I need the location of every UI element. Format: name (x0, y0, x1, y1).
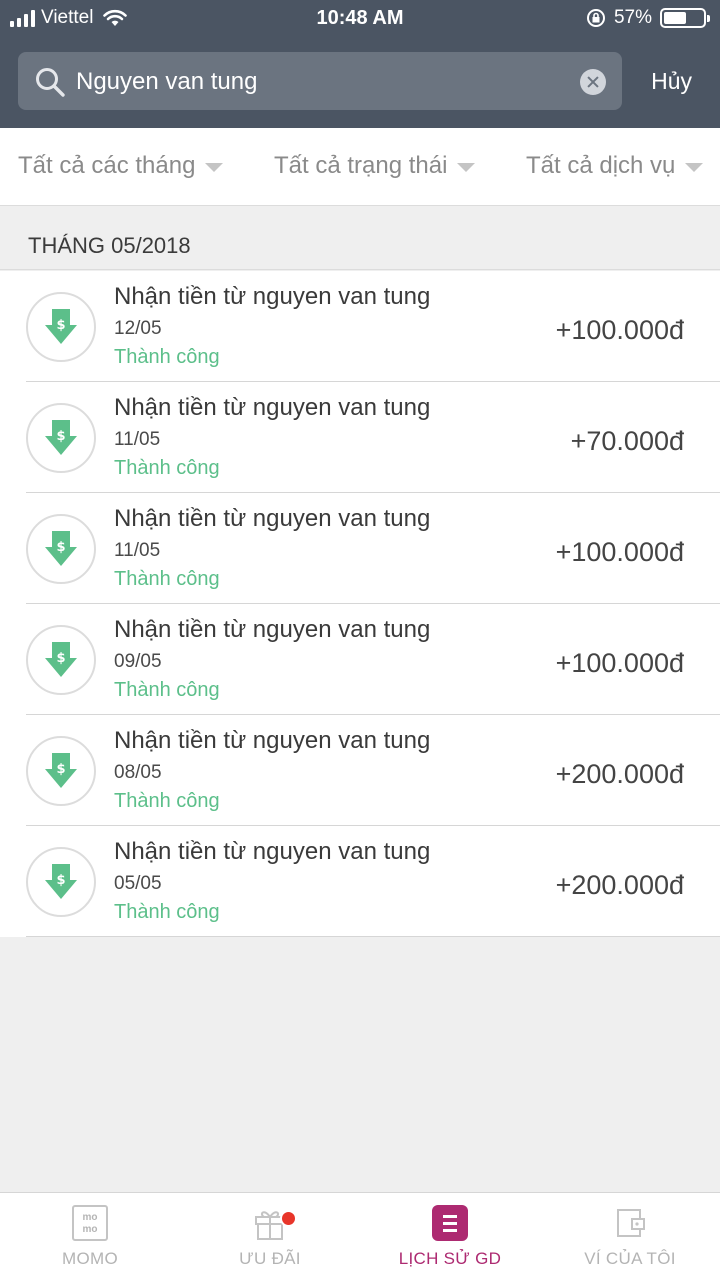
transaction-date: 12/05 (114, 318, 162, 339)
filter-service-dropdown[interactable]: Tất cả dịch vụ (526, 152, 704, 180)
transaction-date: 08/05 (114, 762, 162, 783)
receive-money-icon: $ (26, 736, 96, 806)
caret-down-icon (205, 162, 224, 172)
search-bar[interactable]: Nguyen van tung (18, 52, 622, 110)
transaction-row[interactable]: $ Nhận tiền từ nguyen van tung 08/05 Thà… (0, 715, 720, 826)
tab-promotions-label: ƯU ĐÃI (239, 1249, 301, 1268)
svg-text:$: $ (56, 540, 65, 555)
filter-month-label: Tất cả các tháng (18, 152, 196, 179)
filter-status-dropdown[interactable]: Tất cả trạng thái (274, 152, 476, 180)
transaction-row[interactable]: $ Nhận tiền từ nguyen van tung 09/05 Thà… (0, 604, 720, 715)
svg-text:$: $ (56, 318, 65, 333)
svg-text:$: $ (56, 873, 65, 888)
filter-bar: Tất cả các tháng Tất cả trạng thái Tất c… (0, 128, 720, 206)
transaction-date: 09/05 (114, 651, 162, 672)
row-divider (26, 936, 720, 937)
month-section-title: THÁNG 05/2018 (28, 233, 191, 258)
transaction-row[interactable]: $ Nhận tiền từ nguyen van tung 11/05 Thà… (0, 493, 720, 604)
transaction-status: Thành công (114, 457, 220, 479)
transaction-row[interactable]: $ Nhận tiền từ nguyen van tung 11/05 Thà… (0, 382, 720, 493)
tab-wallet[interactable]: VÍ CỦA TÔI (540, 1193, 720, 1280)
transaction-amount: +100.000đ (555, 648, 684, 678)
svg-text:$: $ (56, 429, 65, 444)
tab-promotions[interactable]: ƯU ĐÃI (180, 1193, 360, 1280)
wallet-icon (617, 1209, 645, 1237)
transaction-amount: +70.000đ (570, 426, 684, 456)
transaction-amount: +100.000đ (555, 537, 684, 567)
transaction-amount: +200.000đ (555, 759, 684, 789)
tab-wallet-label: VÍ CỦA TÔI (584, 1249, 676, 1268)
tab-history[interactable]: LỊCH SỬ GD (360, 1193, 540, 1280)
transaction-date: 11/05 (114, 429, 161, 450)
battery-level (664, 12, 686, 24)
filter-month-dropdown[interactable]: Tất cả các tháng (18, 152, 224, 180)
month-section-header: THÁNG 05/2018 (0, 206, 720, 270)
battery-percent: 57% (613, 7, 652, 28)
transaction-status: Thành công (114, 346, 220, 368)
momo-icon: mo mo (72, 1205, 108, 1241)
caret-down-icon (457, 162, 476, 172)
svg-text:$: $ (56, 651, 65, 666)
tab-momo[interactable]: mo mo MOMO (0, 1193, 180, 1280)
tab-momo-label: MOMO (62, 1249, 118, 1268)
top-bar: Viettel 10:48 AM 57% Nguyen van tung Hủy (0, 0, 720, 128)
receive-money-icon: $ (26, 625, 96, 695)
status-right: 57% (586, 7, 710, 29)
transaction-status: Thành công (114, 679, 220, 701)
transaction-amount: +100.000đ (555, 315, 684, 345)
transaction-date: 05/05 (114, 873, 162, 894)
cancel-button[interactable]: Hủy (651, 68, 692, 95)
transaction-title: Nhận tiền từ nguyen van tung (114, 283, 431, 310)
transaction-list: $ Nhận tiền từ nguyen van tung 12/05 Thà… (0, 271, 720, 937)
transaction-status: Thành công (114, 568, 220, 590)
status-bar: Viettel 10:48 AM 57% (0, 0, 720, 38)
search-input[interactable]: Nguyen van tung (76, 68, 257, 96)
receive-money-icon: $ (26, 292, 96, 362)
filter-status-label: Tất cả trạng thái (274, 152, 448, 179)
transaction-row[interactable]: $ Nhận tiền từ nguyen van tung 12/05 Thà… (0, 271, 720, 382)
notification-badge (280, 1210, 297, 1227)
receive-money-icon: $ (26, 403, 96, 473)
svg-text:$: $ (56, 762, 65, 777)
clear-search-icon[interactable] (580, 69, 606, 95)
transaction-title: Nhận tiền từ nguyen van tung (114, 394, 431, 421)
transaction-title: Nhận tiền từ nguyen van tung (114, 505, 431, 532)
battery-icon (660, 8, 710, 28)
filter-service-label: Tất cả dịch vụ (526, 152, 676, 179)
receive-money-icon: $ (26, 847, 96, 917)
tab-history-label: LỊCH SỬ GD (398, 1249, 502, 1268)
transaction-amount: +200.000đ (555, 870, 684, 900)
search-icon (36, 68, 65, 97)
transaction-title: Nhận tiền từ nguyen van tung (114, 838, 431, 865)
receive-money-icon: $ (26, 514, 96, 584)
rotation-lock-icon (586, 9, 605, 27)
transaction-title: Nhận tiền từ nguyen van tung (114, 727, 431, 754)
caret-down-icon (685, 162, 704, 172)
bottom-tab-bar: mo mo MOMO ƯU ĐÃI LỊCH SỬ GD VÍ CỦA TÔI (0, 1192, 720, 1280)
transaction-row[interactable]: $ Nhận tiền từ nguyen van tung 05/05 Thà… (0, 826, 720, 937)
history-icon (432, 1205, 468, 1241)
transaction-date: 11/05 (114, 540, 161, 561)
transaction-status: Thành công (114, 790, 220, 812)
transaction-status: Thành công (114, 901, 220, 923)
transaction-title: Nhận tiền từ nguyen van tung (114, 616, 431, 643)
